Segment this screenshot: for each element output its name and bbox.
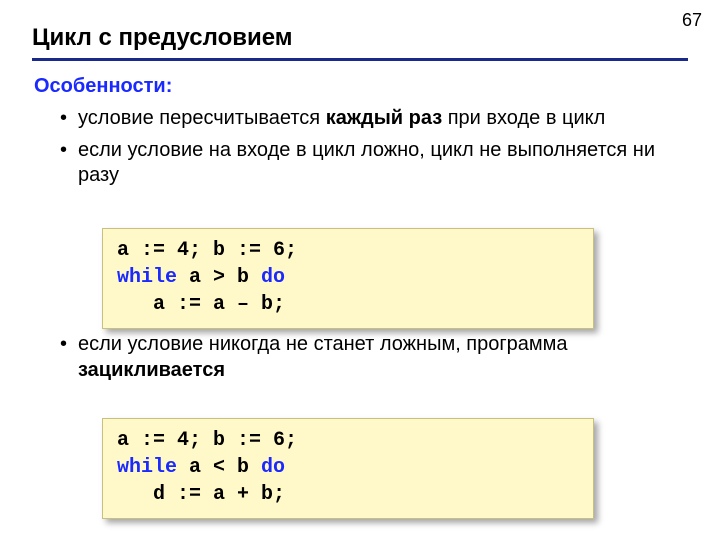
list-item: если условие на входе в цикл ложно, цикл… bbox=[60, 138, 688, 189]
code-keyword: do bbox=[261, 456, 285, 479]
code-line: d := a + b; bbox=[117, 483, 285, 506]
code-keyword: while bbox=[117, 456, 177, 479]
text: если условие на входе в цикл ложно, цикл… bbox=[78, 139, 655, 187]
code-keyword: while bbox=[117, 266, 177, 289]
code-line: a := 4; b := 6; bbox=[117, 429, 297, 452]
text: если условие никогда не станет ложным, п… bbox=[78, 333, 568, 355]
code-text: a > b bbox=[177, 266, 261, 289]
bullet-list: условие пересчитывается каждый раз при в… bbox=[32, 106, 688, 189]
text-bold: зацикливается bbox=[78, 359, 225, 381]
section-heading: Особенности: bbox=[32, 75, 688, 98]
code-text: a < b bbox=[177, 456, 261, 479]
list-item: условие пересчитывается каждый раз при в… bbox=[60, 106, 688, 132]
code-line: a := a – b; bbox=[117, 293, 285, 316]
text: при входе в цикл bbox=[442, 107, 605, 129]
page-number: 67 bbox=[682, 10, 702, 31]
text-bold: каждый раз bbox=[326, 107, 442, 129]
code-block-2: a := 4; b := 6; while a < b do d := a + … bbox=[102, 418, 594, 519]
list-item: если условие никогда не станет ложным, п… bbox=[32, 332, 688, 383]
text: условие пересчитывается bbox=[78, 107, 326, 129]
code-block-1: a := 4; b := 6; while a > b do a := a – … bbox=[102, 228, 594, 329]
code-keyword: do bbox=[261, 266, 285, 289]
page-title: Цикл с предусловием bbox=[32, 24, 688, 61]
code-line: a := 4; b := 6; bbox=[117, 239, 297, 262]
